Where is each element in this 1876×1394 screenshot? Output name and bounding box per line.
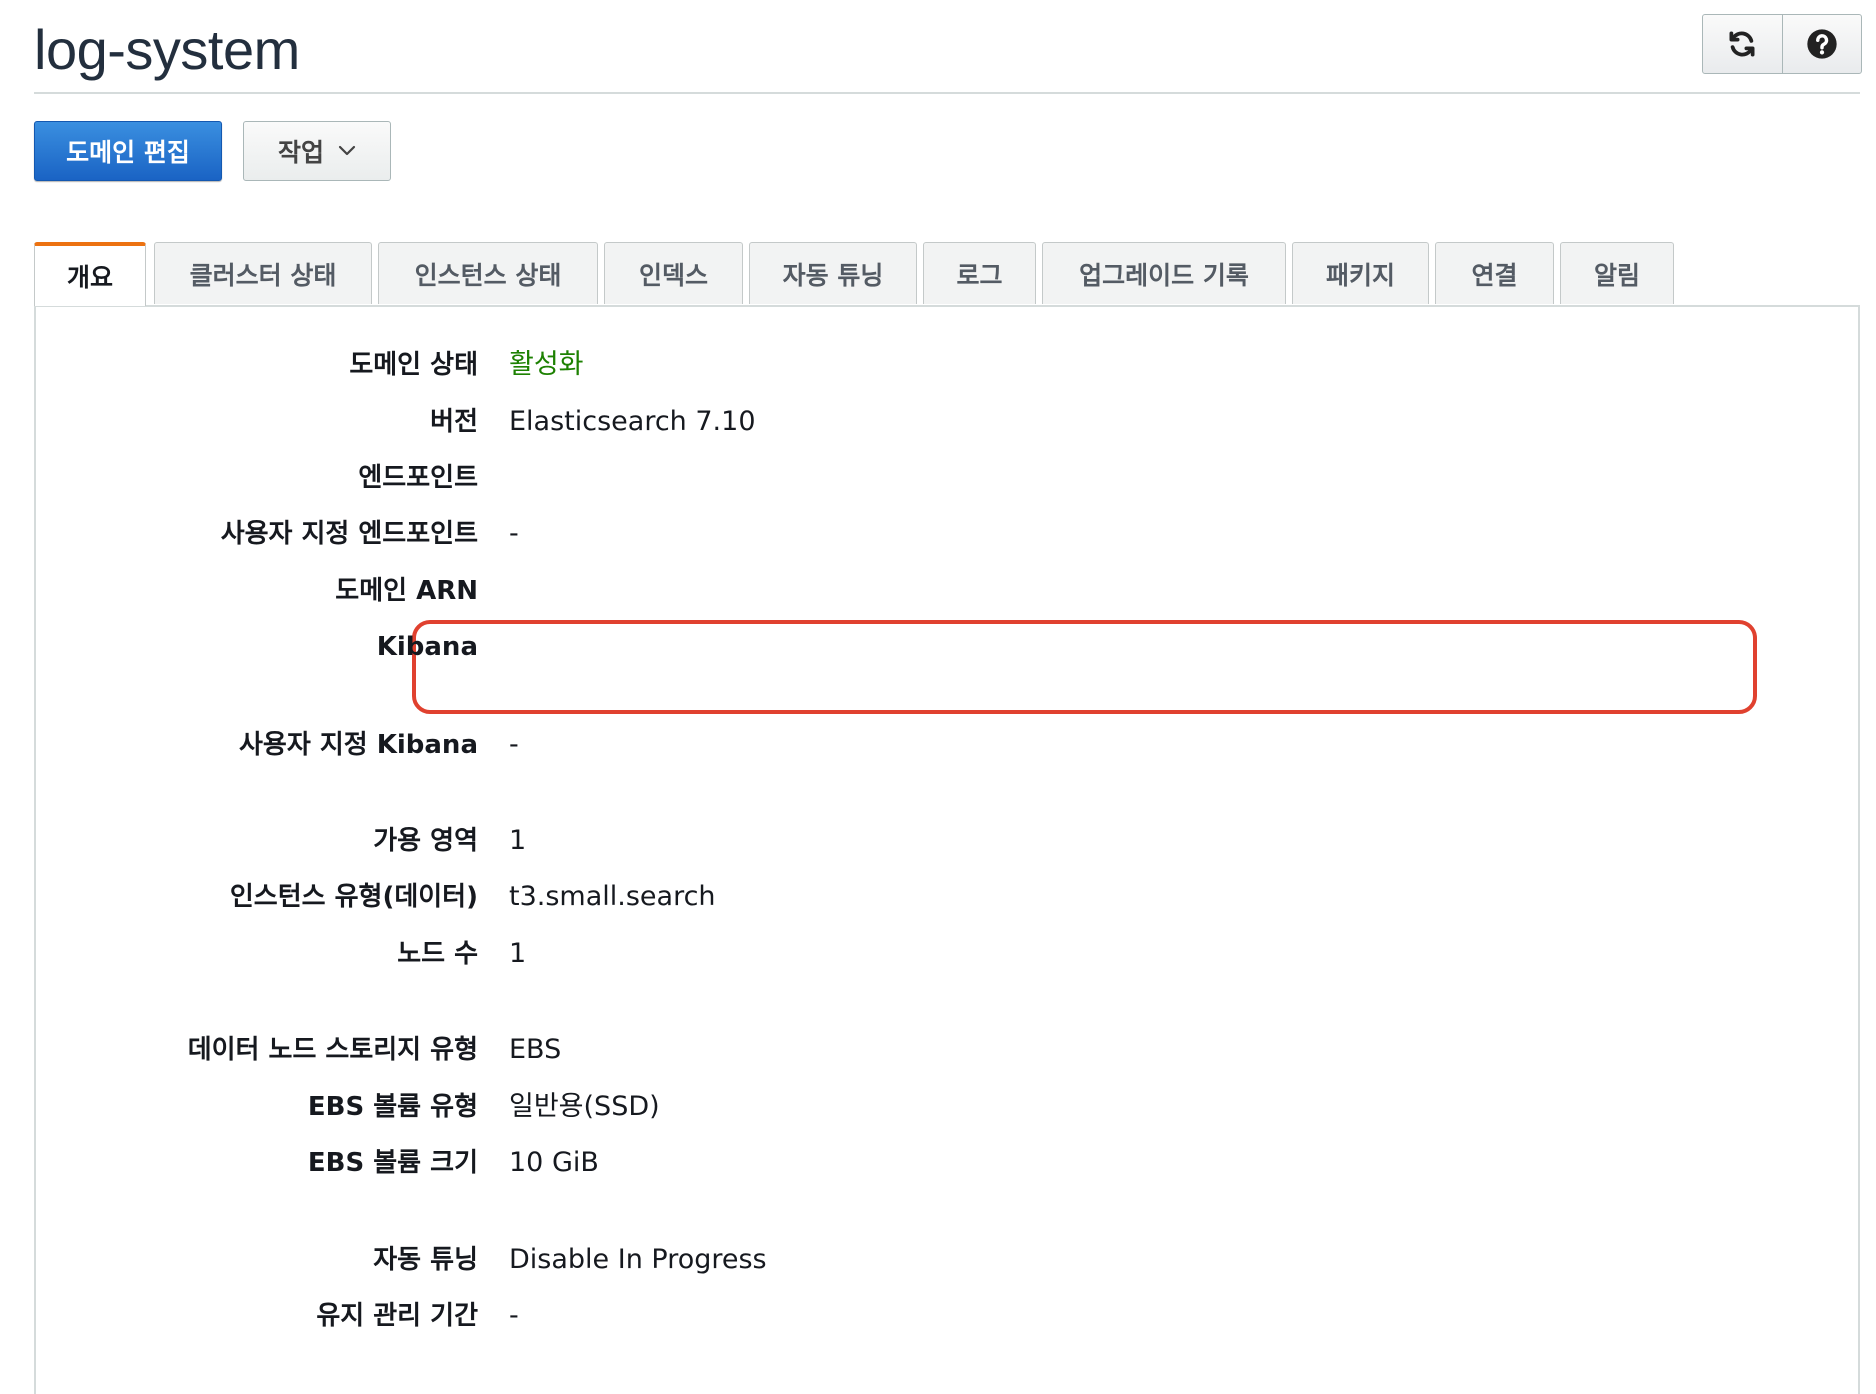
node-count-label: 노드 수 bbox=[397, 939, 478, 969]
custom-kibana-value: - bbox=[509, 729, 519, 760]
row-maintenance-window: 유지 관리 기간 - bbox=[36, 1296, 1858, 1336]
ebs-volume-size-label: EBS 볼륨 크기 bbox=[307, 1148, 478, 1178]
version-label: 버전 bbox=[430, 407, 478, 437]
storage-type-label: 데이터 노드 스토리지 유형 bbox=[187, 1035, 478, 1065]
icon-toolbar bbox=[1702, 14, 1862, 74]
availability-zones-label: 가용 영역 bbox=[373, 826, 478, 856]
row-custom-endpoint: 사용자 지정 엔드포인트 - bbox=[36, 514, 1858, 554]
endpoint-label: 엔드포인트 bbox=[358, 463, 478, 493]
availability-zones-value: 1 bbox=[509, 825, 527, 856]
custom-endpoint-value: - bbox=[509, 518, 519, 549]
instance-type-label: 인스턴스 유형(데이터) bbox=[229, 882, 478, 912]
row-instance-type: 인스턴스 유형(데이터) t3.small.search bbox=[36, 877, 1858, 917]
help-icon bbox=[1807, 29, 1837, 59]
version-value: Elasticsearch 7.10 bbox=[509, 406, 756, 437]
storage-type-value: EBS bbox=[509, 1034, 562, 1065]
ebs-volume-type-value: 일반용(SSD) bbox=[509, 1091, 660, 1122]
row-ebs-volume-type: EBS 볼륨 유형 일반용(SSD) bbox=[36, 1087, 1858, 1127]
overview-panel: 도메인 상태 활성화 버전 Elasticsearch 7.10 엔드포인트 사… bbox=[34, 305, 1860, 1394]
maintenance-window-value: - bbox=[509, 1300, 519, 1331]
row-ebs-volume-size: EBS 볼륨 크기 10 GiB bbox=[36, 1143, 1858, 1183]
tab-bar: 개요 클러스터 상태 인스턴스 상태 인덱스 자동 튜닝 로그 업그레이드 기록… bbox=[34, 242, 1860, 306]
refresh-icon bbox=[1729, 31, 1755, 57]
tab-upgrade-history[interactable]: 업그레이드 기록 bbox=[1042, 242, 1286, 304]
actions-dropdown-button[interactable]: 작업 bbox=[243, 121, 391, 181]
tab-notifications[interactable]: 알림 bbox=[1560, 242, 1674, 304]
kibana-label: Kibana bbox=[376, 632, 478, 662]
custom-kibana-label: 사용자 지정 Kibana bbox=[239, 730, 478, 760]
ebs-volume-size-value: 10 GiB bbox=[509, 1147, 599, 1178]
domain-arn-label: 도메인 ARN bbox=[335, 576, 478, 606]
custom-endpoint-label: 사용자 지정 엔드포인트 bbox=[220, 519, 478, 549]
tab-auto-tune[interactable]: 자동 튜닝 bbox=[749, 242, 917, 304]
title-divider bbox=[34, 92, 1860, 94]
edit-domain-button[interactable]: 도메인 편집 bbox=[34, 121, 222, 181]
row-domain-status: 도메인 상태 활성화 bbox=[36, 345, 1858, 385]
actions-label: 작업 bbox=[277, 138, 324, 167]
row-version: 버전 Elasticsearch 7.10 bbox=[36, 402, 1858, 442]
tab-overview[interactable]: 개요 bbox=[34, 242, 146, 306]
ebs-volume-type-label: EBS 볼륨 유형 bbox=[307, 1092, 478, 1122]
row-endpoint: 엔드포인트 bbox=[36, 458, 1858, 498]
domain-status-label: 도메인 상태 bbox=[349, 350, 478, 380]
help-button[interactable] bbox=[1781, 15, 1862, 73]
node-count-value: 1 bbox=[509, 938, 527, 969]
refresh-button[interactable] bbox=[1703, 15, 1782, 73]
row-node-count: 노드 수 1 bbox=[36, 934, 1858, 974]
maintenance-window-label: 유지 관리 기간 bbox=[316, 1301, 478, 1331]
tab-instance-health[interactable]: 인스턴스 상태 bbox=[378, 242, 598, 304]
tab-cluster-health[interactable]: 클러스터 상태 bbox=[154, 242, 372, 304]
row-availability-zones: 가용 영역 1 bbox=[36, 821, 1858, 861]
auto-tune-value: Disable In Progress bbox=[509, 1244, 767, 1275]
row-auto-tune: 자동 튜닝 Disable In Progress bbox=[36, 1240, 1858, 1280]
tab-indices[interactable]: 인덱스 bbox=[604, 242, 743, 304]
auto-tune-label: 자동 튜닝 bbox=[373, 1245, 478, 1275]
domain-status-value: 활성화 bbox=[509, 349, 584, 380]
chevron-down-icon bbox=[338, 145, 356, 156]
tab-connections[interactable]: 연결 bbox=[1435, 242, 1554, 304]
row-kibana: Kibana bbox=[36, 627, 1858, 667]
row-custom-kibana: 사용자 지정 Kibana - bbox=[36, 725, 1858, 765]
instance-type-value: t3.small.search bbox=[509, 881, 716, 912]
tab-packages[interactable]: 패키지 bbox=[1292, 242, 1429, 304]
row-domain-arn: 도메인 ARN bbox=[36, 571, 1858, 611]
row-storage-type: 데이터 노드 스토리지 유형 EBS bbox=[36, 1030, 1858, 1070]
tab-logs[interactable]: 로그 bbox=[923, 242, 1036, 304]
page-title: log-system bbox=[34, 18, 300, 81]
